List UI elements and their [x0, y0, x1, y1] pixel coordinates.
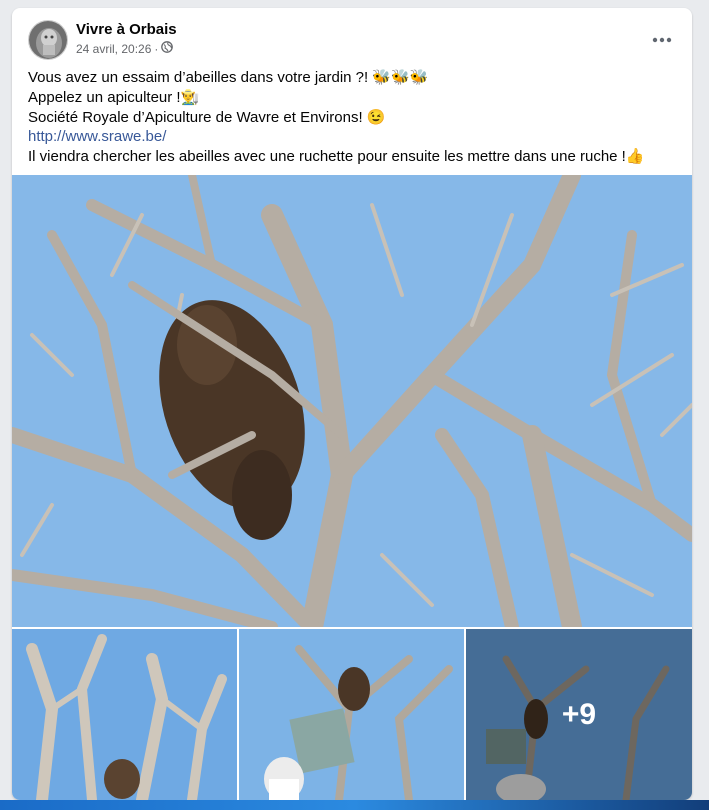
thumbnail-photo-2[interactable] [239, 629, 464, 800]
bee-emoji: 🐝🐝🐝 [372, 69, 429, 87]
text-line: Vous avez un essaim d’abeilles dans votr… [28, 68, 676, 88]
text-line-1: Vous avez un essaim d’abeilles dans votr… [28, 69, 373, 86]
text-line-5: Il viendra chercher les abeilles avec un… [28, 147, 626, 165]
meta-separator: · [154, 41, 159, 56]
beekeeper-box-image [239, 629, 464, 800]
text-line-3: Société Royale d’Apiculture de Wavre et … [28, 108, 367, 126]
page-avatar[interactable] [28, 20, 68, 60]
website-link[interactable]: http://www.srawe.be/ [28, 128, 166, 145]
beekeeper-emoji: 👨‍🌾 [180, 89, 200, 107]
thumbnail-photo-3[interactable]: +9 [466, 629, 692, 800]
text-line: Appelez un apiculteur !👨‍🌾 [28, 88, 676, 108]
more-horizontal-icon [652, 37, 672, 43]
more-photos-overlay[interactable]: +9 [466, 629, 692, 800]
post-timestamp[interactable]: 24 avril, 20:26 [76, 42, 151, 56]
text-line-2: Appelez un apiculteur ! [28, 88, 181, 106]
post-meta: 24 avril, 20:26 · [76, 41, 174, 56]
main-photo[interactable] [12, 175, 692, 627]
post-card: Vivre à Orbais 24 avril, 20:26 · Vous av… [12, 8, 692, 800]
globe-icon [161, 41, 174, 56]
thumbnail-photo-1[interactable] [12, 629, 237, 800]
text-line: Il viendra chercher les abeilles avec un… [28, 147, 676, 167]
pruned-trees-image [12, 629, 237, 800]
tree-swarm-image [12, 175, 692, 627]
photo-thumbnails: +9 [12, 629, 692, 800]
post-text: Vous avez un essaim d’abeilles dans votr… [28, 68, 676, 167]
taskbar-strip [0, 800, 709, 810]
more-options-button[interactable] [644, 22, 680, 58]
thumbs-up-emoji: 👍 [625, 148, 645, 166]
post-header: Vivre à Orbais 24 avril, 20:26 · [28, 20, 676, 60]
wink-emoji: 😉 [366, 108, 386, 126]
text-line: Société Royale d’Apiculture de Wavre et … [28, 108, 676, 128]
page-name[interactable]: Vivre à Orbais [76, 21, 177, 38]
text-line: http://www.srawe.be/ [28, 127, 676, 147]
